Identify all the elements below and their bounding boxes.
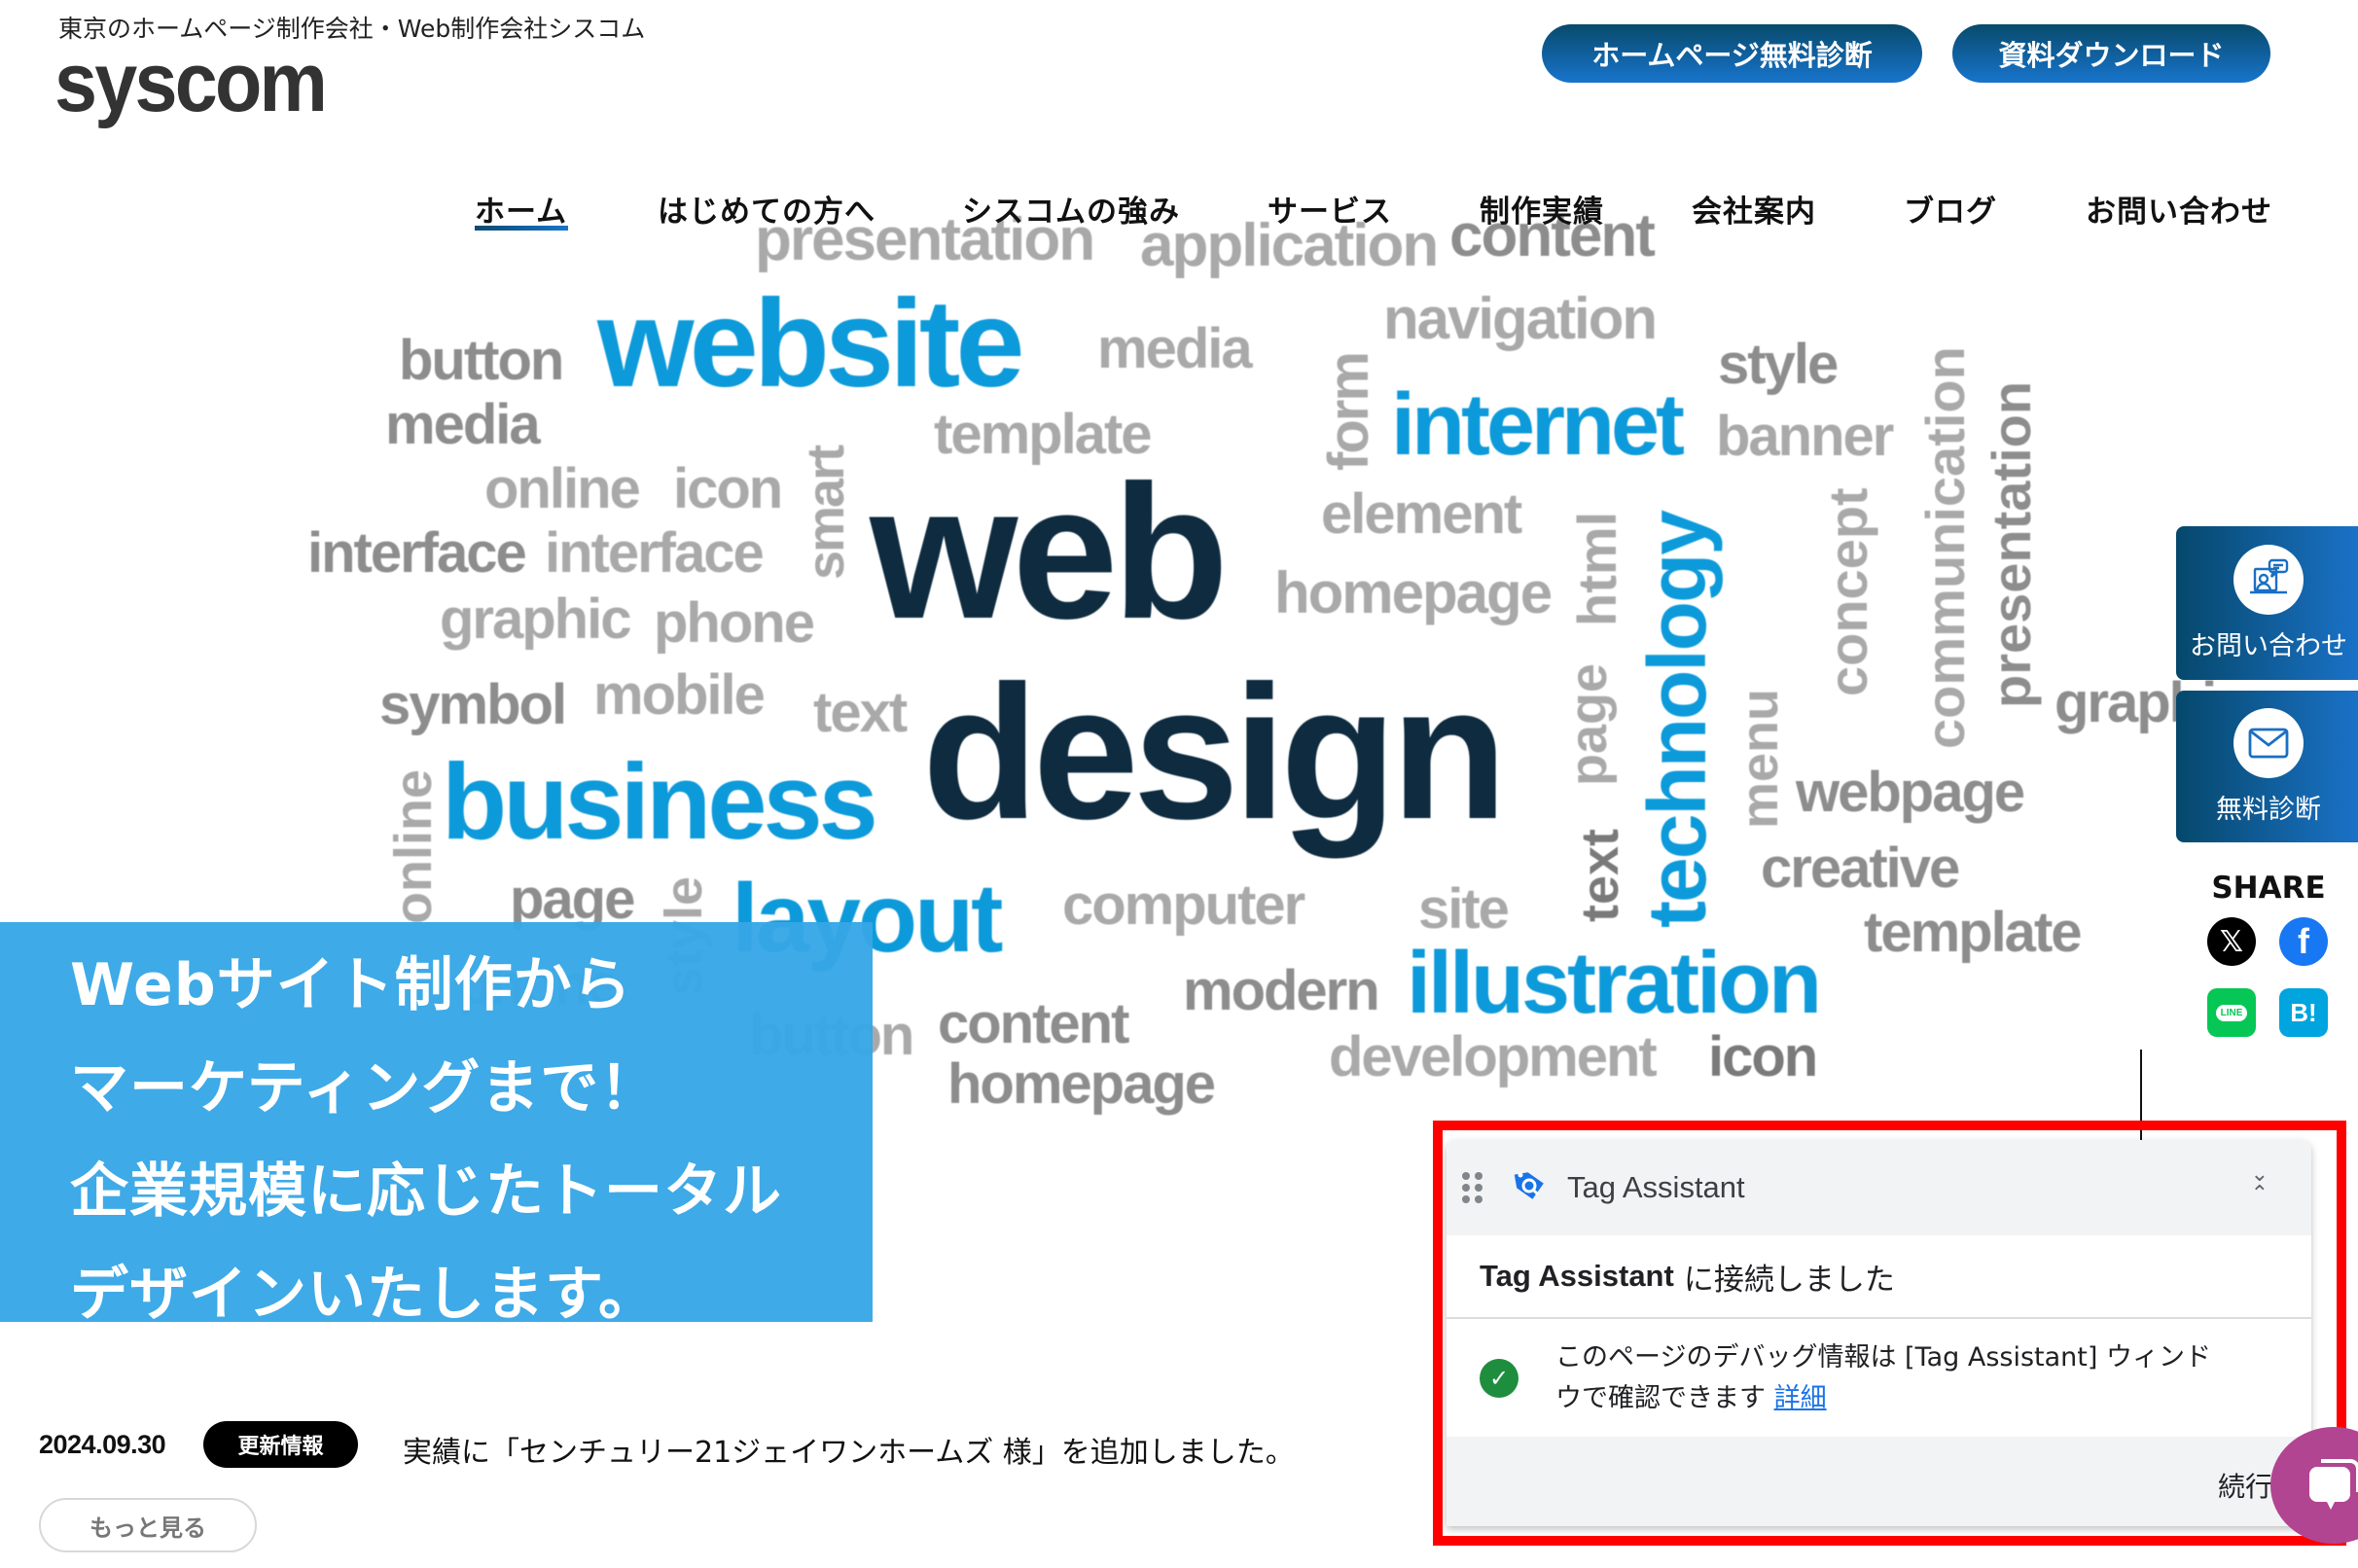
side-diagnosis-button[interactable]: 無料診断: [2176, 691, 2358, 842]
cloud-word: text: [813, 681, 908, 744]
cloud-word: presentation: [1981, 380, 2042, 708]
side-contact-button[interactable]: お問い合わせ: [2176, 526, 2358, 680]
cloud-word: technology: [1631, 511, 1723, 928]
hero-copy-box: Webサイト制作から マーケティングまで！ 企業規模に応じたトータル デザインい…: [0, 922, 873, 1329]
see-more-button[interactable]: もっと見る: [39, 1498, 257, 1552]
nav-item-contact[interactable]: お問い合わせ: [2086, 187, 2272, 231]
nav-item-company[interactable]: 会社案内: [1692, 187, 1816, 231]
nav-item-strengths[interactable]: シスコムの強み: [962, 187, 1180, 231]
nav-item-blog[interactable]: ブログ: [1904, 187, 1997, 231]
hero-copy-line: デザインいたします。: [70, 1261, 658, 1329]
cloud-word: communication: [1914, 346, 1976, 749]
cloud-word: creative: [1761, 837, 1960, 900]
news-category-badge: 更新情報: [203, 1421, 358, 1468]
cloud-word: homepage: [947, 1052, 1216, 1116]
cloud-word: interface: [545, 521, 765, 585]
hero-copy-line: マーケティングまで！: [70, 1054, 660, 1123]
line-share-icon[interactable]: LINE: [2207, 988, 2256, 1037]
cloud-word: html: [1566, 511, 1627, 626]
cloud-word: development: [1329, 1025, 1658, 1088]
cloud-word: template: [1864, 901, 2083, 964]
cloud-word: online: [384, 769, 443, 924]
cloud-word: graphic: [440, 588, 631, 651]
cloud-word: icon: [673, 457, 783, 520]
cloud-word: online: [484, 457, 641, 520]
cloud-word: modern: [1183, 959, 1380, 1022]
facebook-share-icon[interactable]: f: [2279, 917, 2328, 966]
cloud-word: smart: [797, 445, 855, 580]
cloud-word: template: [934, 403, 1153, 466]
free-diagnosis-button[interactable]: ホームページ無料診断: [1542, 24, 1922, 83]
cloud-word: interface: [307, 521, 527, 585]
cloud-word: illustration: [1407, 935, 1822, 1032]
cloud-word: website: [597, 274, 1024, 413]
side-diagnosis-label: 無料診断: [2216, 794, 2321, 825]
cloud-word: web: [870, 445, 1229, 659]
highlight-annotation-box: [1433, 1121, 2346, 1546]
hatena-bookmark-icon[interactable]: B!: [2279, 988, 2328, 1037]
line-logo-text: LINE: [2215, 1004, 2248, 1021]
cloud-word: business: [442, 742, 878, 862]
nav-item-services[interactable]: サービス: [1268, 187, 1392, 231]
cloud-word: text: [1571, 828, 1629, 922]
cloud-word: page: [1559, 662, 1618, 786]
cloud-word: icon: [1708, 1025, 1818, 1088]
nav-item-first-time[interactable]: はじめての方へ: [658, 187, 875, 231]
cloud-word: menu: [1731, 688, 1789, 829]
cloud-word: mobile: [593, 663, 766, 727]
cloud-word: media: [1097, 317, 1253, 380]
cloud-word: internet: [1391, 376, 1685, 474]
cloud-word: navigation: [1383, 286, 1658, 351]
x-share-icon[interactable]: 𝕏: [2207, 917, 2256, 966]
cloud-word: design: [922, 646, 1508, 859]
nav-item-works[interactable]: 制作実績: [1480, 187, 1604, 231]
cloud-word: form: [1317, 353, 1380, 471]
site-logo[interactable]: syscom: [54, 41, 328, 125]
cloud-word: computer: [1062, 873, 1305, 937]
cloud-word: style: [1718, 333, 1839, 396]
cloud-word: symbol: [379, 673, 567, 736]
download-materials-button[interactable]: 資料ダウンロード: [1952, 24, 2270, 83]
cloud-word: webpage: [1796, 761, 2025, 824]
cloud-word: content: [938, 992, 1129, 1055]
cloud-word: homepage: [1274, 560, 1553, 625]
online-consultation-icon: [2233, 544, 2304, 615]
side-contact-label: お問い合わせ: [2190, 630, 2347, 661]
cloud-word: media: [385, 393, 541, 456]
nav-item-home[interactable]: ホーム: [475, 187, 567, 231]
nav-active-indicator: [475, 226, 568, 231]
cloud-word: button: [399, 329, 564, 392]
cloud-word: page: [510, 868, 635, 931]
news-item-link[interactable]: 実績に「センチュリー21ジェイワンホームズ 様」を追加しました。: [403, 1428, 1295, 1471]
cloud-word: banner: [1716, 405, 1894, 468]
hero-copy-line: 企業規模に応じたトータル: [70, 1158, 782, 1226]
cloud-word: phone: [654, 591, 815, 655]
cloud-word: element: [1321, 482, 1522, 546]
cloud-word: concept: [1817, 487, 1878, 696]
hero-copy-line: Webサイト制作から: [70, 951, 632, 1019]
chat-bubble-icon: [2309, 1459, 2358, 1510]
cloud-word: site: [1418, 877, 1510, 941]
mail-icon: [2233, 707, 2304, 778]
share-title: SHARE: [2211, 871, 2326, 906]
news-date: 2024.09.30: [39, 1430, 166, 1459]
